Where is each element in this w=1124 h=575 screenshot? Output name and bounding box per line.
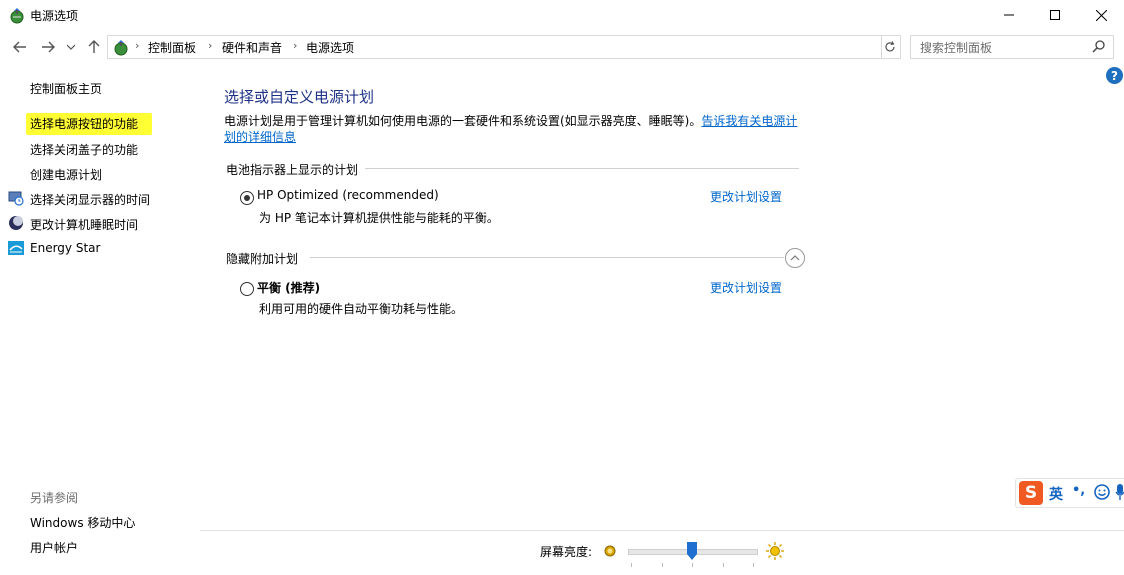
brightness-slider-thumb[interactable]	[687, 542, 697, 560]
breadcrumb-separator-icon: ›	[293, 39, 298, 52]
ime-toolbar[interactable]: S 英 •,	[1015, 478, 1124, 508]
slider-tick	[661, 563, 663, 567]
user-accounts-link[interactable]: 用户帐户	[30, 539, 78, 556]
sidebar-item-power-button[interactable]: 选择电源按钮的功能	[26, 113, 153, 135]
ime-punctuation-toggle[interactable]: •,	[1072, 483, 1085, 498]
chevron-up-icon	[790, 255, 800, 261]
maximize-icon	[1050, 10, 1060, 20]
radio-selected-dot	[244, 195, 250, 201]
moon-icon	[8, 215, 24, 231]
help-icon[interactable]: ?	[1106, 67, 1123, 84]
control-panel-icon	[112, 38, 130, 56]
minimize-button[interactable]	[986, 0, 1032, 30]
battery-plans-heading: 电池指示器上显示的计划	[226, 163, 359, 177]
ime-voice-icon[interactable]	[1115, 483, 1124, 501]
plan-name[interactable]: 平衡 (推荐)	[257, 279, 320, 296]
window-title: 电源选项	[30, 9, 79, 23]
breadcrumb-separator-icon: ›	[208, 39, 213, 52]
bottom-divider	[200, 530, 1124, 531]
plan-name[interactable]: HP Optimized (recommended)	[257, 188, 439, 202]
brightness-label: 屏幕亮度:	[540, 545, 593, 559]
breadcrumb-separator-icon: ›	[135, 39, 140, 52]
ime-language-toggle[interactable]: 英	[1049, 484, 1063, 504]
plan-description: 为 HP 笔记本计算机提供性能与能耗的平衡。	[259, 211, 499, 225]
ime-emoji-icon[interactable]	[1094, 484, 1110, 500]
page-title: 选择或自定义电源计划	[224, 88, 375, 106]
refresh-button[interactable]	[880, 35, 901, 59]
search-input[interactable]: 搜索控制面板	[910, 35, 1114, 59]
breadcrumb-control-panel[interactable]: 控制面板	[148, 39, 196, 56]
breadcrumb-hardware-sound[interactable]: 硬件和声音	[222, 39, 282, 56]
monitor-clock-icon	[8, 190, 24, 206]
page-description: 电源计划是用于管理计算机如何使用电源的一套硬件和系统设置(如显示器亮度、睡眠等)…	[224, 113, 804, 145]
close-button[interactable]	[1078, 0, 1124, 30]
section-divider	[310, 257, 784, 258]
sidebar-item-energy-star[interactable]: Energy Star	[30, 241, 100, 255]
chevron-down-icon	[67, 44, 75, 50]
sidebar-item-create-plan[interactable]: 创建电源计划	[30, 166, 102, 183]
energy-star-icon	[8, 240, 24, 256]
minimize-icon	[1004, 14, 1014, 16]
slider-tick	[631, 563, 632, 567]
plan-description: 利用可用的硬件自动平衡功耗与性能。	[259, 302, 464, 316]
slider-tick	[692, 563, 693, 567]
windows-mobility-center-link[interactable]: Windows 移动中心	[30, 514, 135, 531]
forward-button[interactable]	[38, 37, 58, 57]
power-options-icon	[8, 6, 26, 24]
slider-tick	[722, 563, 724, 567]
change-plan-settings-link[interactable]: 更改计划设置	[710, 279, 782, 296]
arrow-left-icon	[13, 41, 26, 53]
sidebar-item-sleep-time[interactable]: 更改计算机睡眠时间	[30, 216, 138, 233]
search-placeholder: 搜索控制面板	[920, 41, 993, 55]
maximize-button[interactable]	[1032, 0, 1078, 30]
brightness-high-icon	[766, 542, 784, 560]
address-bar[interactable]: › 控制面板 › 硬件和声音 › 电源选项	[107, 35, 978, 59]
search-icon[interactable]	[1091, 39, 1107, 55]
slider-tick	[753, 563, 754, 567]
arrow-right-icon	[42, 41, 55, 53]
control-panel-home-link[interactable]: 控制面板主页	[30, 80, 102, 97]
title-bar	[0, 0, 1124, 30]
back-button[interactable]	[10, 37, 30, 57]
plan-radio-balanced[interactable]	[240, 282, 254, 296]
sidebar-item-lid-close[interactable]: 选择关闭盖子的功能	[30, 141, 138, 158]
recent-locations-button[interactable]	[64, 37, 78, 57]
change-plan-settings-link[interactable]: 更改计划设置	[710, 188, 782, 205]
close-icon	[1095, 9, 1107, 21]
sogou-logo-icon: S	[1019, 481, 1043, 505]
refresh-icon	[885, 41, 895, 52]
arrow-up-icon	[88, 40, 100, 53]
plan-radio-hp-optimized[interactable]	[240, 191, 254, 205]
collapse-hidden-plans-button[interactable]	[785, 248, 805, 268]
brightness-low-icon	[604, 545, 616, 557]
up-button[interactable]	[84, 37, 104, 57]
description-text: 电源计划是用于管理计算机如何使用电源的一套硬件和系统设置(如显示器亮度、睡眠等)…	[224, 114, 702, 128]
hidden-plans-heading: 隐藏附加计划	[226, 252, 299, 266]
breadcrumb-power-options[interactable]: 电源选项	[306, 39, 354, 56]
sidebar-item-display-off[interactable]: 选择关闭显示器的时间	[30, 191, 150, 208]
section-divider	[365, 168, 799, 169]
see-also-heading: 另请参阅	[30, 491, 79, 505]
